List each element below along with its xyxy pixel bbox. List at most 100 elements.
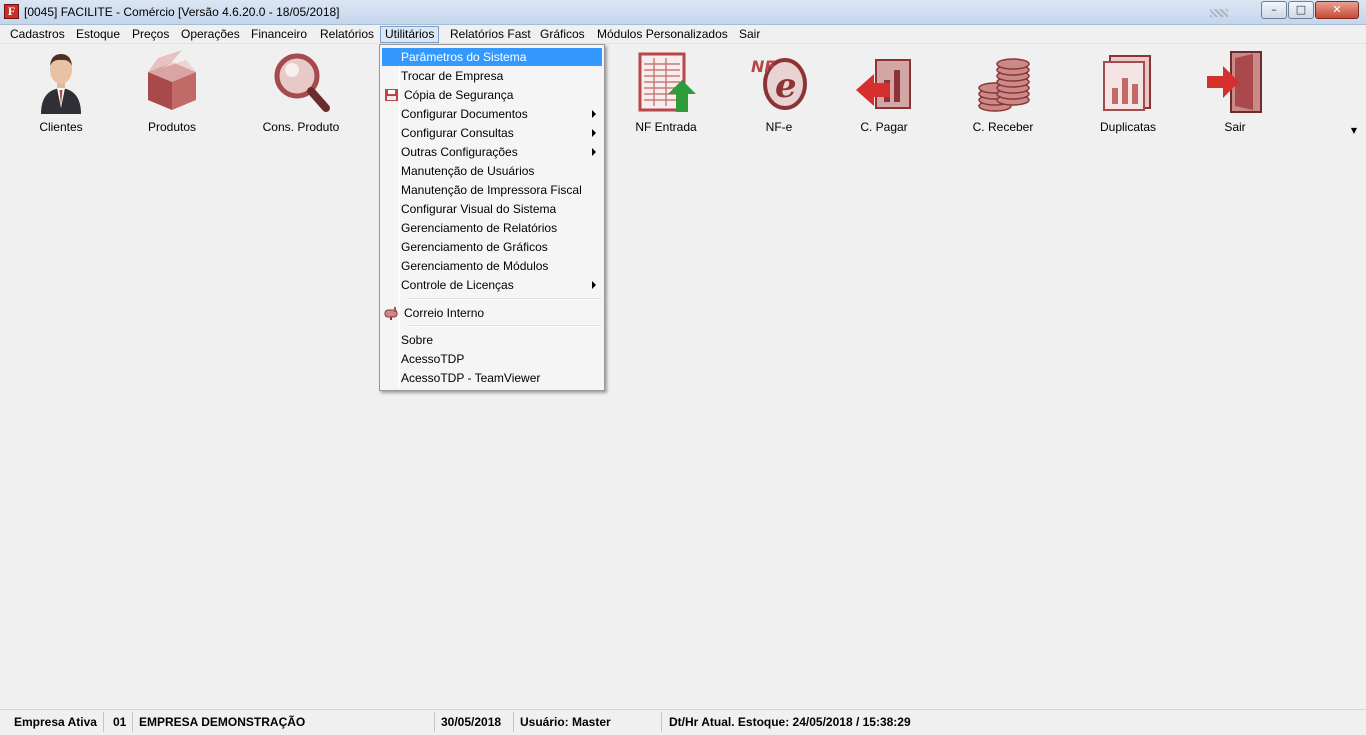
toolbar-label: C. Pagar (860, 120, 908, 134)
toolbar-produtos[interactable]: Produtos (122, 50, 222, 136)
duplicates-icon (1103, 55, 1151, 111)
menu-item-label: Manutenção de Impressora Fiscal (401, 183, 582, 197)
menu-estoque[interactable]: Estoque (76, 27, 120, 41)
menu-relatorios-fast[interactable]: Relatórios Fast (450, 27, 531, 41)
status-empresa-name: EMPRESA DEMONSTRAÇÃO (133, 712, 435, 732)
menu-item-label: Outras Configurações (401, 145, 518, 159)
menu-item-label: Gerenciamento de Gráficos (401, 240, 548, 254)
toolbar-clientes[interactable]: Clientes (11, 50, 111, 136)
submenu-arrow-icon (592, 129, 596, 137)
submenu-arrow-icon (592, 281, 596, 289)
menu-item-label: Configurar Documentos (401, 107, 528, 121)
menu-item-trocar-de-empresa[interactable]: Trocar de Empresa (382, 67, 602, 85)
menu-item-label: Trocar de Empresa (401, 69, 504, 83)
title-bar-decoration (1210, 9, 1228, 17)
toolbar-label: NF Entrada (635, 120, 697, 134)
maximize-button[interactable]: □ (1288, 1, 1314, 19)
menu-item-gerenciamento-modulos[interactable]: Gerenciamento de Módulos (382, 257, 602, 275)
minimize-button[interactable]: – (1261, 1, 1287, 19)
exit-door-icon (1207, 51, 1262, 113)
menu-item-manutencao-impressora-fiscal[interactable]: Manutenção de Impressora Fiscal (382, 181, 602, 199)
toolbar-c-receber[interactable]: C. Receber (953, 50, 1053, 136)
toolbar-label: Clientes (39, 120, 83, 134)
menu-item-label: AcessoTDP (401, 352, 465, 366)
menu-item-controle-de-licencas[interactable]: Controle de Licenças (382, 276, 602, 294)
window-title: [0045] FACILITE - Comércio [Versão 4.6.2… (24, 5, 340, 19)
menu-financeiro[interactable]: Financeiro (251, 27, 307, 41)
status-user: Usuário: Master (514, 712, 662, 732)
menu-item-outras-configuracoes[interactable]: Outras Configurações (382, 143, 602, 161)
menu-item-label: Controle de Licenças (401, 278, 514, 292)
toolbar-nf-entrada[interactable]: NF Entrada (616, 50, 716, 136)
menu-operacoes[interactable]: Operações (181, 27, 240, 41)
status-bar: Empresa Ativa 01 EMPRESA DEMONSTRAÇÃO 30… (0, 709, 1366, 735)
menu-item-sobre[interactable]: Sobre (382, 331, 602, 349)
menu-relatorios[interactable]: Relatórios (320, 27, 374, 41)
menu-item-copia-de-seguranca[interactable]: Cópia de Segurança (382, 86, 602, 104)
toolbar-nf-e[interactable]: e NF NF-e (729, 50, 829, 136)
minimize-icon: – (1271, 3, 1277, 16)
menu-sair[interactable]: Sair (739, 27, 760, 41)
menu-item-label: Correio Interno (404, 306, 485, 320)
close-button[interactable]: ✕ (1315, 1, 1359, 19)
product-box-icon (148, 50, 196, 110)
menu-item-configurar-consultas[interactable]: Configurar Consultas (382, 124, 602, 142)
menu-item-configurar-visual[interactable]: Configurar Visual do Sistema (382, 200, 602, 218)
status-empresa-label: Empresa Ativa (8, 712, 104, 732)
menu-item-correio-interno[interactable]: Correio Interno (382, 304, 602, 322)
status-date: 30/05/2018 (435, 712, 514, 732)
toolbar-label: Duplicatas (1099, 120, 1157, 134)
toolbar-c-pagar[interactable]: C. Pagar (834, 50, 934, 136)
status-stock-update: Dt/Hr Atual. Estoque: 24/05/2018 / 15:38… (669, 715, 911, 729)
invoice-entry-icon (638, 52, 696, 112)
submenu-arrow-icon (592, 148, 596, 156)
menu-separator (408, 298, 601, 300)
mailbox-icon (384, 307, 398, 320)
floppy-disk-icon (385, 89, 398, 101)
coins-icon (978, 58, 1030, 112)
magnifier-icon (274, 53, 330, 112)
menu-graficos[interactable]: Gráficos (540, 27, 585, 41)
svg-text:NF: NF (751, 57, 775, 76)
close-icon: ✕ (1332, 3, 1342, 16)
toolbar-label: C. Receber (972, 120, 1034, 134)
toolbar-label: Cons. Produto (262, 120, 340, 134)
menu-item-gerenciamento-graficos[interactable]: Gerenciamento de Gráficos (382, 238, 602, 256)
menu-item-label: Configurar Consultas (401, 126, 514, 140)
menu-utilitarios[interactable]: Utilitários (380, 26, 440, 43)
menu-item-acessotdp-teamviewer[interactable]: AcessoTDP - TeamViewer (382, 369, 602, 387)
maximize-icon: □ (1295, 3, 1307, 16)
menu-item-parametros-do-sistema[interactable]: Parâmetros do Sistema (382, 48, 602, 66)
toolbar-duplicatas[interactable]: Duplicatas (1078, 50, 1178, 136)
menu-separator (408, 325, 601, 327)
toolbar-cons-produto[interactable]: Cons. Produto (251, 50, 351, 136)
menu-item-label: Cópia de Segurança (404, 88, 514, 102)
menu-item-label: Gerenciamento de Relatórios (401, 221, 558, 235)
toolbar-sair[interactable]: Sair (1185, 50, 1285, 136)
nfe-icon: e NF (751, 57, 807, 110)
toolbar-label: Sair (1224, 120, 1246, 134)
menu-item-label: AcessoTDP - TeamViewer (401, 371, 541, 385)
menu-item-configurar-documentos[interactable]: Configurar Documentos (382, 105, 602, 123)
toolbar-label: NF-e (765, 120, 793, 134)
menu-item-label: Manutenção de Usuários (401, 164, 535, 178)
menu-modulos-personalizados[interactable]: Módulos Personalizados (597, 27, 728, 41)
utilitarios-dropdown: Parâmetros do Sistema Trocar de Empresa … (379, 44, 605, 391)
menu-item-acessotdp[interactable]: AcessoTDP (382, 350, 602, 368)
toolbar-label: Produtos (147, 120, 197, 134)
menu-precos[interactable]: Preços (132, 27, 169, 41)
title-bar[interactable]: F [0045] FACILITE - Comércio [Versão 4.6… (0, 0, 1366, 25)
menu-cadastros[interactable]: Cadastros (10, 27, 65, 41)
app-icon[interactable]: F (4, 4, 19, 19)
status-empresa-code: 01 (107, 712, 133, 732)
menu-item-label: Parâmetros do Sistema (401, 50, 527, 64)
menu-item-gerenciamento-relatorios[interactable]: Gerenciamento de Relatórios (382, 219, 602, 237)
accounts-payable-icon (856, 59, 911, 109)
toolbar-scroll-down-icon[interactable]: ▼ (1351, 126, 1357, 135)
svg-text:e: e (775, 66, 797, 106)
menu-item-label: Sobre (401, 333, 434, 347)
menu-item-manutencao-de-usuarios[interactable]: Manutenção de Usuários (382, 162, 602, 180)
menu-item-label: Configurar Visual do Sistema (401, 202, 557, 216)
client-person-icon (41, 54, 81, 114)
submenu-arrow-icon (592, 110, 596, 118)
